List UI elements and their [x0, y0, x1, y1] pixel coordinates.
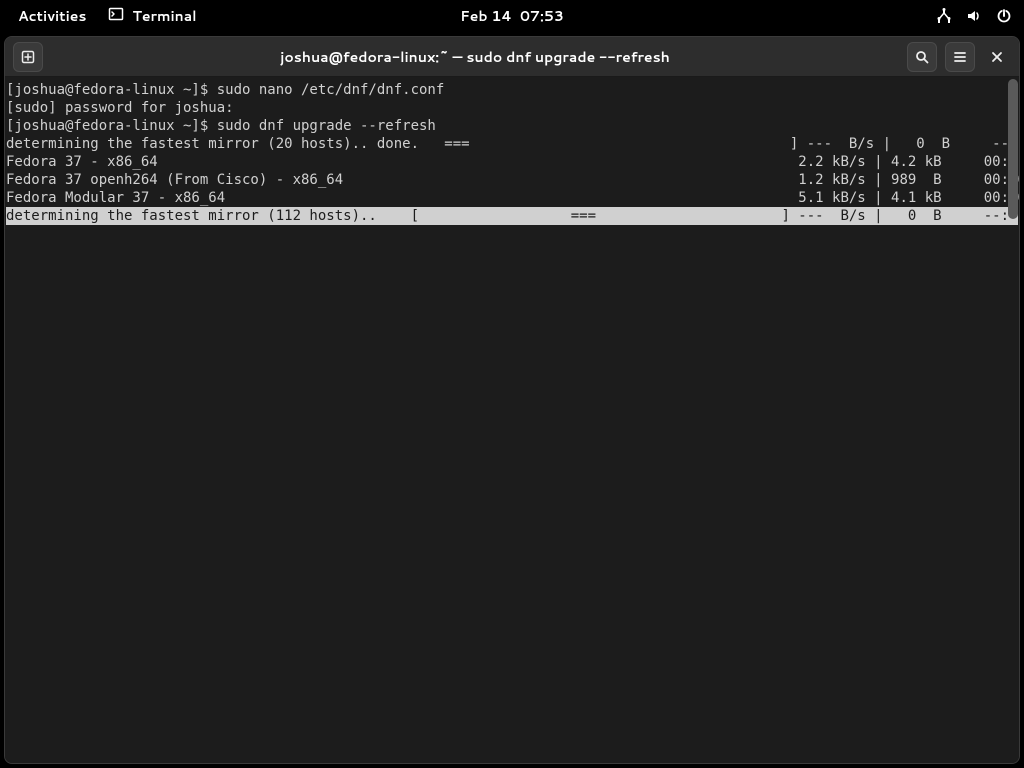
gnome-topbar: Activities Terminal Feb 14 07:53 — [0, 0, 1024, 32]
terminal-line: [joshua@fedora-linux ~]$ sudo nano /etc/… — [6, 81, 1018, 99]
terminal-line: Fedora 37 openh264 (From Cisco) - x86_64… — [6, 171, 1018, 189]
terminal-icon — [108, 6, 124, 27]
scrollbar[interactable] — [1008, 79, 1018, 219]
app-menu[interactable]: Terminal — [108, 6, 196, 27]
time-label: 07:53 — [520, 6, 564, 26]
clock[interactable]: Feb 14 07:53 — [460, 6, 564, 26]
date-label: Feb 14 — [460, 6, 512, 26]
titlebar[interactable]: joshua@fedora-linux:~ — sudo dnf upgrade… — [5, 37, 1019, 77]
terminal-line: determining the fastest mirror (20 hosts… — [6, 135, 1018, 153]
menu-button[interactable] — [945, 42, 975, 72]
volume-icon — [966, 8, 982, 24]
terminal-output[interactable]: [joshua@fedora-linux ~]$ sudo nano /etc/… — [5, 77, 1019, 763]
app-name-label: Terminal — [132, 6, 196, 26]
terminal-line: [sudo] password for joshua: — [6, 99, 1018, 117]
topbar-left: Activities Terminal — [0, 6, 197, 27]
terminal-window: joshua@fedora-linux:~ — sudo dnf upgrade… — [4, 36, 1020, 764]
system-tray[interactable] — [936, 8, 1012, 24]
network-icon — [936, 8, 952, 24]
power-icon — [996, 8, 1012, 24]
terminal-line: [joshua@fedora-linux ~]$ sudo dnf upgrad… — [6, 117, 1018, 135]
activities-button[interactable]: Activities — [18, 6, 86, 26]
new-tab-button[interactable] — [13, 42, 43, 72]
terminal-line: Fedora Modular 37 - x86_64 5.1 kB/s | 4.… — [6, 189, 1018, 207]
terminal-line: determining the fastest mirror (112 host… — [6, 207, 1018, 225]
window-title: joshua@fedora-linux:~ — sudo dnf upgrade… — [51, 47, 899, 67]
search-button[interactable] — [907, 42, 937, 72]
close-button[interactable] — [983, 43, 1011, 71]
terminal-line: Fedora 37 - x86_64 2.2 kB/s | 4.2 kB 00:… — [6, 153, 1018, 171]
